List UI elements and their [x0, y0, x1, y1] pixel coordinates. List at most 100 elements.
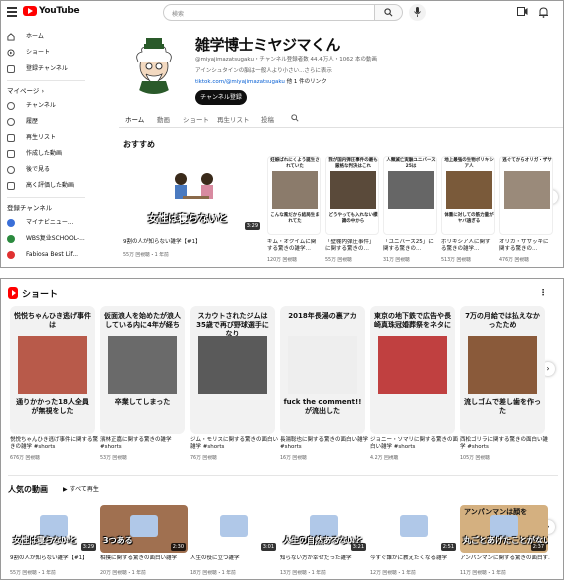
video-meta: 20万 回視聴・1 年前	[100, 571, 146, 576]
more-options-icon[interactable]: ⋮	[539, 288, 547, 297]
short-image	[468, 336, 537, 394]
notifications-icon[interactable]	[539, 7, 548, 18]
video-thumbnail[interactable]: 3つある 2:30	[100, 505, 188, 553]
video-title[interactable]: アンパンマンに関する驚きの面白す…	[460, 555, 550, 562]
short-views: 31万 回視聴	[383, 258, 410, 263]
short-title[interactable]: ジョニー・ソマリに関する驚きの面白い雑学 #shorts	[370, 437, 458, 451]
video-thumbnail[interactable]: 2:51	[370, 505, 458, 553]
short-card[interactable]: 2018年長湯の裏アカ fuck the comment!!が流出した	[280, 306, 365, 434]
short-title[interactable]: オリガ・ザサッキに関する驚きの…	[499, 239, 553, 253]
tab-videos[interactable]: 動画	[157, 114, 170, 124]
video-thumbnail[interactable]: 女性は寝らないと 3:29	[10, 505, 98, 553]
sidebar-sub-item[interactable]: WBS复业SCHOOL-...	[1, 231, 91, 247]
video-icon	[7, 150, 15, 158]
short-thumbnail[interactable]: 我が国内弾圧事件の最も厳格な判決はこれ どうやっても入れない標識の中から	[325, 156, 379, 235]
video-title[interactable]: 知らない方が幸せだった雑学	[280, 555, 370, 562]
sidebar-item-home[interactable]: ホーム	[1, 29, 91, 45]
create-icon[interactable]	[517, 7, 528, 16]
short-image	[504, 171, 550, 209]
short-title[interactable]: 濱林正嘉に関する驚きの雑学 #shorts	[100, 437, 188, 451]
short-card[interactable]: 東京の地下鉄で広告や長崎真珠冠婚葬祭をネタに	[370, 306, 455, 434]
short-title[interactable]: 「壁棚内弾圧事件」に関する驚きの…	[325, 239, 379, 253]
sidebar-item-your-videos[interactable]: 作成した動画	[1, 146, 91, 162]
popular-heading: 人気の動画	[8, 485, 48, 494]
short-card[interactable]: 7万の月給では払えなかったため 流しゴムで差し歯を作った	[460, 306, 545, 434]
tab-playlists[interactable]: 再生リスト	[217, 114, 250, 124]
short-title[interactable]: ジム・モリスに関する驚きの面白い雑学 #shorts	[190, 437, 278, 451]
video-meta: 13万 回視聴・1 年前	[280, 571, 326, 576]
duration-badge: 3:21	[350, 543, 366, 551]
short-image	[330, 171, 376, 209]
mic-button[interactable]	[409, 4, 426, 21]
youtube-logo-text[interactable]: YouTube	[39, 6, 80, 16]
search-input[interactable]: 検索	[163, 4, 375, 21]
tab-shorts[interactable]: ショート	[183, 114, 209, 124]
sidebar-item-label: 登録チャンネル	[26, 65, 68, 72]
short-caption-top: 悦悦ちゃんひき逃げ事件は	[14, 312, 91, 329]
clock-icon	[7, 166, 15, 174]
channel-link[interactable]: tiktok.com/@miyajimazatsugaku 他 1 件のリンク	[195, 77, 327, 85]
sidebar: ホーム ショート 登録チャンネル マイページ › チャンネル 履歴 再生リスト …	[1, 29, 91, 263]
duration-badge: 2:37	[530, 543, 546, 551]
short-image	[18, 336, 87, 394]
short-caption-top: 人類滅亡実験ユニバース25は	[386, 158, 436, 169]
short-card[interactable]: スカウトされたジムは35歳で再び野球選手になり	[190, 306, 275, 434]
featured-video-meta: 55万 回視聴・1 年前	[123, 253, 169, 258]
subscribe-button[interactable]: チャンネル登録	[195, 90, 247, 105]
short-thumbnail[interactable]: 人類滅亡実験ユニバース25は	[383, 156, 437, 235]
featured-video-thumbnail[interactable]: 女性は寝らないと 3:29	[123, 154, 263, 233]
search-button[interactable]	[375, 4, 403, 21]
channel-icon	[7, 102, 15, 110]
sidebar-item-playlists[interactable]: 再生リスト	[1, 130, 91, 146]
duration-badge: 2:30	[170, 543, 186, 551]
top-header: YouTube 検索	[1, 1, 563, 25]
video-title[interactable]: 人生の役に立つ雑学	[190, 555, 280, 562]
short-caption-top: 逃ぐてからオリガ・ザサ	[502, 158, 552, 163]
short-views: 476万 回視聴	[499, 258, 529, 263]
thumbnail-caption: 3つある	[103, 536, 133, 545]
video-thumbnail[interactable]: アンパンマンは顔を 丸ごとあげたことがない 2:37	[460, 505, 548, 553]
featured-caption: 女性は寝らないと	[148, 214, 228, 225]
short-thumbnail[interactable]: 逃ぐてからオリガ・ザサ	[499, 156, 553, 235]
channel-description[interactable]: アインシュタインの脳は一般人より小さい...さらに表示	[195, 66, 332, 74]
menu-icon[interactable]	[7, 7, 17, 17]
short-caption-bottom: 流しゴムで差し歯を作った	[464, 398, 541, 415]
sidebar-item-shorts[interactable]: ショート	[1, 45, 91, 61]
video-thumbnail[interactable]: 人生の自然あるないと 3:21	[280, 505, 368, 553]
avatar	[7, 219, 15, 227]
short-thumbnail[interactable]: 地上最強の生物ボリキシア人 体重に対しての筋力量がヤバ過ぎる	[441, 156, 495, 235]
short-views: 4.2万 回視聴	[370, 456, 399, 461]
featured-video-title[interactable]: 9割の人が知らない雑学【#1】	[123, 239, 201, 246]
short-caption-bottom: こんな風だから結局生まれてた	[270, 213, 320, 224]
short-title[interactable]: 「ユニバース25」に関する驚きの…	[383, 239, 437, 253]
sidebar-item-liked[interactable]: 高く評価した動画	[1, 178, 91, 194]
video-thumbnail[interactable]: 3:01	[190, 505, 278, 553]
search-icon[interactable]	[291, 114, 299, 122]
video-title[interactable]: 9割の人が知らない雑学【#1】	[10, 555, 100, 562]
short-card[interactable]: 悦悦ちゃんひき逃げ事件は 通りかかった18人全員が無視をした	[10, 306, 95, 434]
video-title[interactable]: 今すぐ誰かに教えたくなる雑学	[370, 555, 460, 562]
short-title[interactable]: ボリキシア人に関する驚きの雑学…	[441, 239, 495, 253]
sidebar-mypage-heading[interactable]: マイページ ›	[1, 84, 91, 98]
short-title[interactable]: 長湯聡也に関する驚きの面白い雑学 #shorts	[280, 437, 368, 451]
tab-home[interactable]: ホーム	[125, 114, 145, 128]
sidebar-sub-item[interactable]: マイナビニュー...	[1, 215, 91, 231]
video-title[interactable]: 相撲に関する驚きの面白い雑学	[100, 555, 190, 562]
youtube-logo-icon[interactable]	[23, 6, 37, 16]
short-title[interactable]: ギム・オクイムに関する驚きの雑学…	[267, 239, 321, 253]
short-title[interactable]: 西松ゴリラに関する驚きの面白い雑学 #shorts	[460, 437, 548, 451]
thumbnail-illustration	[220, 515, 248, 537]
sidebar-item-channel[interactable]: チャンネル	[1, 98, 91, 114]
short-card[interactable]: 仮面浪人を始めたが浪人している内に4年が経ち 卒業してしまった	[100, 306, 185, 434]
short-caption-top: 東京の地下鉄で広告や長崎真珠冠婚葬祭をネタに	[374, 312, 451, 329]
sidebar-item-history[interactable]: 履歴	[1, 114, 91, 130]
short-image	[108, 336, 177, 394]
sidebar-item-watch-later[interactable]: 後で見る	[1, 162, 91, 178]
sidebar-item-subscriptions[interactable]: 登録チャンネル	[1, 61, 91, 77]
short-title[interactable]: 悦悦ちゃんひき逃げ事件に関する驚きの雑学 #shorts	[10, 437, 98, 451]
channel-page-panel: YouTube 検索 ホーム ショート 登録チャンネル マイページ › チャンネ…	[0, 0, 564, 268]
play-all-button[interactable]: ▶ すべて再生	[63, 484, 99, 493]
sidebar-sub-item[interactable]: Fabiosa Best Lif...	[1, 247, 91, 263]
short-thumbnail[interactable]: 妊娠ばれにくよう誕生されていた こんな風だから結局生まれてた	[267, 156, 321, 235]
tab-posts[interactable]: 投稿	[261, 114, 274, 124]
